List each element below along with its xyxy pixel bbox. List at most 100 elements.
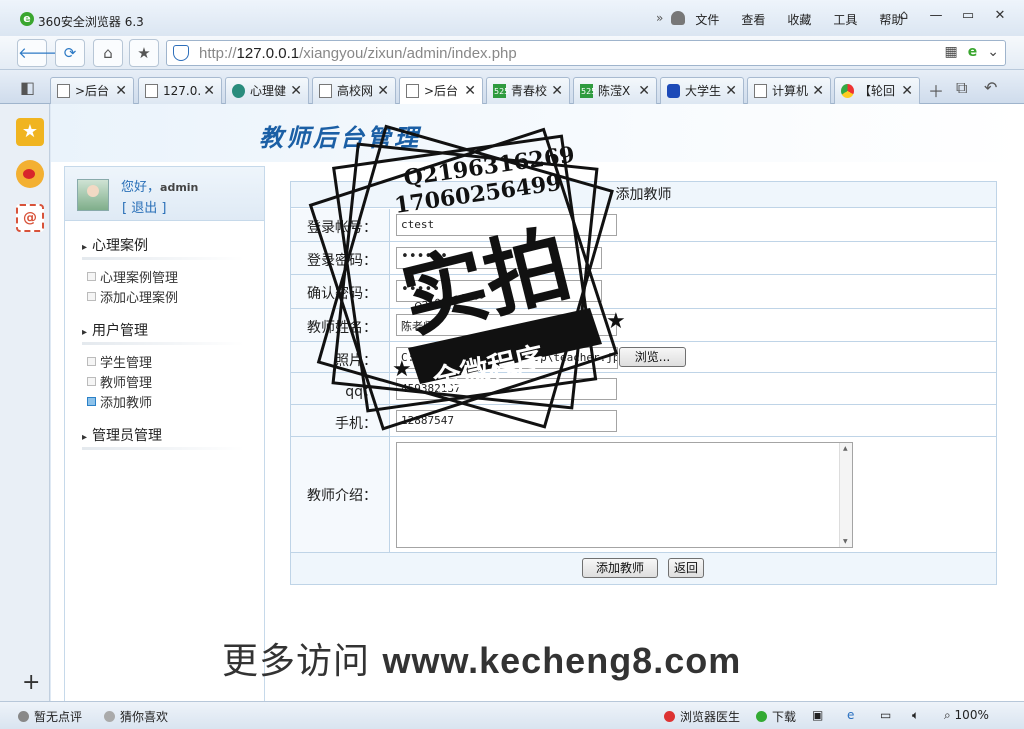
- teacher-name-input[interactable]: 陈老师: [396, 314, 617, 336]
- sidebar-toggle-icon[interactable]: ◧: [20, 78, 35, 97]
- row-phone: 手机： 12887547: [291, 405, 996, 437]
- tab-5-active[interactable]: >后台 ✕: [399, 77, 483, 104]
- status-bar: 暂无点评 猜你喜欢 浏览器医生 下载 ▣ e ▭ 🔈︎ ⌕ 100%: [0, 701, 1024, 729]
- dropdown-chevron-icon[interactable]: ⌄: [987, 44, 999, 60]
- tab-6[interactable]: 525 青春校 ✕: [486, 77, 570, 104]
- security-shield-icon[interactable]: [173, 45, 189, 61]
- back-arrow-icon[interactable]: 🡐: [17, 39, 58, 67]
- weibo-icon[interactable]: [16, 160, 44, 188]
- tab-close-icon[interactable]: ✕: [464, 78, 476, 104]
- volume-icon[interactable]: 🔈︎: [912, 708, 919, 723]
- teacher-name-label: 教师姓名：: [291, 309, 390, 341]
- browser-doctor[interactable]: 浏览器医生: [664, 708, 740, 725]
- title-bar: e 360安全浏览器 6.3 » 文件 查看 收藏 工具 帮助 ⌂ — ▭ ✕: [0, 0, 1024, 36]
- qr-code-icon[interactable]: ▦: [945, 44, 958, 60]
- tab-close-icon[interactable]: ✕: [290, 78, 302, 104]
- nav-item-add-teacher[interactable]: 添加教师: [87, 392, 152, 411]
- tab-close-icon[interactable]: ✕: [638, 78, 650, 104]
- nav-group-admins[interactable]: 管理员管理: [82, 425, 245, 450]
- qq-input[interactable]: 459382137: [396, 378, 617, 400]
- tab-9[interactable]: 计算机 ✕: [747, 77, 831, 104]
- menu-expand-icon[interactable]: »: [656, 11, 663, 28]
- download-status[interactable]: 下载: [756, 708, 796, 725]
- window-icon[interactable]: ▭: [880, 708, 891, 722]
- download-icon: [756, 711, 767, 722]
- nav-item-add-case[interactable]: 添加心理案例: [87, 287, 178, 306]
- favorite-star-icon[interactable]: ★: [129, 39, 159, 67]
- tab-close-icon[interactable]: ✕: [812, 78, 824, 104]
- logout-link[interactable]: [ 退出 ]: [122, 197, 166, 216]
- rating-status[interactable]: 暂无点评: [18, 708, 82, 725]
- tab-close-icon[interactable]: ✕: [725, 78, 737, 104]
- row-account: 登录帐号： ctest: [291, 209, 996, 242]
- form-title: 添加教师: [291, 182, 996, 208]
- page-icon: [319, 84, 332, 98]
- refresh-icon[interactable]: ⟳: [55, 39, 85, 67]
- tab-3[interactable]: 心理健 ✕: [225, 77, 309, 104]
- tab-close-icon[interactable]: ✕: [203, 78, 215, 104]
- nav-item-case-manage[interactable]: 心理案例管理: [87, 267, 178, 286]
- tab-close-icon[interactable]: ✕: [115, 78, 127, 104]
- rating-icon: [18, 711, 29, 722]
- guess-you-like[interactable]: 猜你喜欢: [104, 708, 168, 725]
- menu-view[interactable]: 查看: [741, 11, 765, 28]
- submit-add-teacher-button[interactable]: 添加教师: [582, 558, 658, 578]
- address-url[interactable]: http://127.0.0.1/xiangyou/zixun/admin/in…: [199, 45, 517, 62]
- tab-8[interactable]: 大学生 ✕: [660, 77, 744, 104]
- address-bar[interactable]: http://127.0.0.1/xiangyou/zixun/admin/in…: [166, 40, 1006, 66]
- password-label: 登录密码：: [291, 242, 390, 274]
- menu-favorites[interactable]: 收藏: [787, 11, 811, 28]
- username: admin: [160, 181, 199, 194]
- browse-button[interactable]: 浏览...: [619, 347, 686, 367]
- textarea-scrollbar[interactable]: [839, 443, 852, 547]
- ie-icon[interactable]: e: [847, 708, 854, 722]
- password-input[interactable]: ••••••: [396, 247, 602, 269]
- chat-icon[interactable]: ▣: [812, 708, 823, 722]
- back-button[interactable]: 返回: [668, 558, 704, 578]
- add-sidebar-icon[interactable]: +: [22, 670, 40, 695]
- nav-group-users[interactable]: 用户管理: [82, 320, 245, 345]
- tab-close-icon[interactable]: ✕: [901, 78, 913, 104]
- minimize-button[interactable]: —: [922, 8, 950, 28]
- tab-10[interactable]: 【轮回 ✕: [834, 77, 920, 104]
- phone-input[interactable]: 12887547: [396, 410, 617, 432]
- site-525-icon: 525: [580, 84, 596, 98]
- skin-icon[interactable]: ⌂: [890, 8, 918, 28]
- photo-file-input[interactable]: C:\Users\admin\Desktop\teacher.jpg: [396, 347, 618, 369]
- close-button[interactable]: ✕: [986, 8, 1014, 28]
- doctor-icon: [664, 711, 675, 722]
- site-logo-icon: [841, 84, 854, 98]
- ie-mode-icon[interactable]: e: [968, 44, 978, 60]
- user-account-icon[interactable]: [671, 11, 686, 25]
- tab-close-icon[interactable]: ✕: [551, 78, 563, 104]
- new-tab-icon[interactable]: ＋: [928, 78, 944, 102]
- page-icon: [406, 84, 419, 98]
- account-input[interactable]: ctest: [396, 214, 617, 236]
- tab-2[interactable]: 127.0. ✕: [138, 77, 222, 104]
- maximize-button[interactable]: ▭: [954, 8, 982, 28]
- undo-close-icon[interactable]: ↶: [984, 78, 997, 97]
- tab-1[interactable]: >后台 ✕: [50, 77, 134, 104]
- nav-item-students[interactable]: 学生管理: [87, 352, 152, 371]
- zoom-status[interactable]: ⌕ 100%: [944, 708, 989, 723]
- tab-list-icon[interactable]: ⧉: [956, 78, 967, 98]
- tab-4[interactable]: 高校网 ✕: [312, 77, 396, 104]
- home-icon[interactable]: ⌂: [93, 39, 123, 67]
- mail-icon[interactable]: @: [16, 204, 44, 232]
- watermark-site: www.kecheng8.com: [382, 640, 742, 681]
- navigation-bar: 🡐 ⟳ ⌂ ★ http://127.0.0.1/xiangyou/zixun/…: [0, 36, 1024, 70]
- favorites-star-icon[interactable]: ★: [16, 118, 44, 146]
- nav-item-teachers[interactable]: 教师管理: [87, 372, 152, 391]
- site-watermark: 更多访问 www.kecheng8.com: [222, 640, 742, 682]
- phone-label: 手机：: [291, 405, 390, 436]
- window-controls: ⌂ — ▭ ✕: [890, 8, 1014, 28]
- menu-tools[interactable]: 工具: [833, 11, 857, 28]
- menu-file[interactable]: 文件: [695, 11, 719, 28]
- row-photo: 照片： C:\Users\admin\Desktop\teacher.jpg 浏…: [291, 342, 996, 373]
- confirm-password-input[interactable]: ••••••: [396, 280, 602, 302]
- browser-sidebar: ★ @ +: [0, 104, 50, 701]
- tab-7[interactable]: 525 陈滢X ✕: [573, 77, 657, 104]
- intro-textarea[interactable]: [396, 442, 853, 548]
- tab-close-icon[interactable]: ✕: [377, 78, 389, 104]
- nav-group-cases[interactable]: 心理案例: [82, 235, 245, 260]
